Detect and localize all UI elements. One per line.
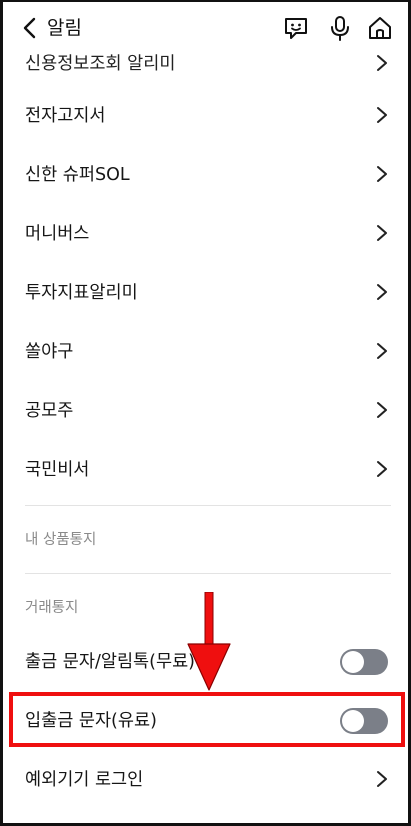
list-item-super-sol[interactable]: 신한 슈퍼SOL xyxy=(3,145,408,204)
chevron-right-icon xyxy=(377,284,387,300)
home-icon[interactable] xyxy=(366,14,394,42)
list-item-investment-alert[interactable]: 투자지표알리미 xyxy=(3,263,408,322)
list-item-label: 투자지표알리미 xyxy=(25,283,138,303)
list-item-label: 전자고지서 xyxy=(25,106,106,126)
chevron-right-icon xyxy=(377,461,387,477)
list-item-moneyverse[interactable]: 머니버스 xyxy=(3,204,408,263)
mic-icon[interactable] xyxy=(326,14,354,42)
toggle-knob xyxy=(342,651,364,673)
chevron-right-icon xyxy=(377,55,387,71)
list-item-label: 예외기기 로그인 xyxy=(25,770,144,790)
toggle-row-withdrawal-sms: 출금 문자/알림톡(무료) xyxy=(3,632,408,691)
chevron-right-icon xyxy=(377,107,387,123)
toggle-row-label: 입출금 문자(유료) xyxy=(25,711,157,731)
toggle-row-label: 출금 문자/알림톡(무료) xyxy=(25,652,196,672)
toggle-knob xyxy=(342,710,364,732)
list-item-e-bill[interactable]: 전자고지서 xyxy=(3,86,408,145)
chevron-right-icon xyxy=(377,771,387,787)
top-app-bar: 알림 xyxy=(3,2,408,54)
deposit-withdrawal-sms-toggle[interactable] xyxy=(340,708,388,734)
list-item-label: 머니버스 xyxy=(25,224,90,244)
chatbot-icon[interactable] xyxy=(282,14,310,42)
section-header-transaction-notice: 거래통지 xyxy=(25,600,79,616)
list-item-ipo[interactable]: 공모주 xyxy=(3,381,408,440)
chevron-right-icon xyxy=(377,166,387,182)
section-divider xyxy=(25,505,391,506)
chevron-left-icon[interactable] xyxy=(19,16,41,40)
list-item-exception-device-login[interactable]: 예외기기 로그인 xyxy=(3,750,408,809)
chevron-right-icon xyxy=(377,225,387,241)
section-header-product-notice: 내 상품통지 xyxy=(25,532,97,548)
list-item-label: 신한 슈퍼SOL xyxy=(25,165,130,185)
list-item-label: 신용정보조회 알리미 xyxy=(25,54,176,74)
page-title: 알림 xyxy=(47,17,82,39)
toggle-row-deposit-withdrawal-sms: 입출금 문자(유료) xyxy=(3,691,408,750)
app-frame: 신용정보조회 알리미 전자고지서 신한 슈퍼SOL 머니버스 투자지표알리미 쏠… xyxy=(0,0,411,826)
chevron-right-icon xyxy=(377,343,387,359)
list-item-sol-baseball[interactable]: 쏠야구 xyxy=(3,322,408,381)
chevron-right-icon xyxy=(377,402,387,418)
list-item-label: 쏠야구 xyxy=(25,342,74,362)
withdrawal-sms-toggle[interactable] xyxy=(340,649,388,675)
list-item-label: 공모주 xyxy=(25,401,74,421)
list-item-label: 국민비서 xyxy=(25,460,90,480)
list-item-national-secretary[interactable]: 국민비서 xyxy=(3,440,408,499)
section-divider xyxy=(25,573,391,574)
